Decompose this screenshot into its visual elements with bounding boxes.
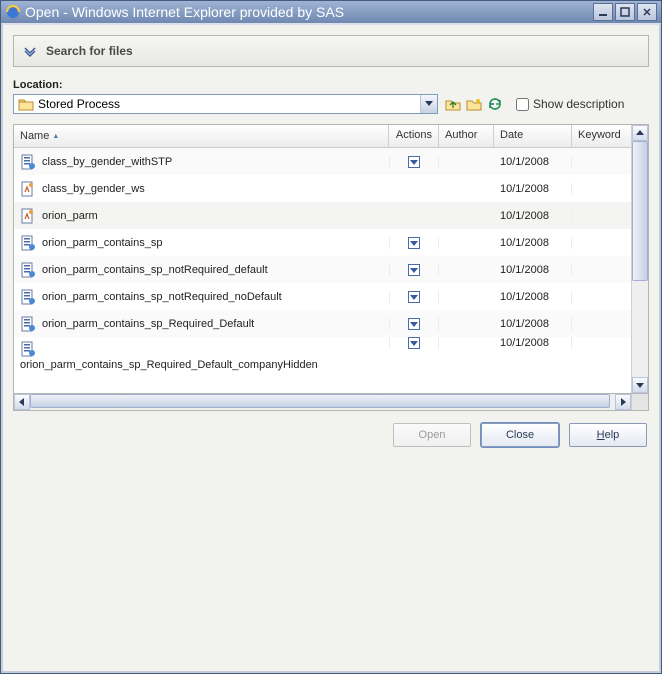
- cell-name: orion_parm: [14, 208, 389, 224]
- dropdown-button[interactable]: [420, 95, 437, 113]
- file-name: orion_parm_contains_sp_notRequired_defau…: [42, 264, 268, 276]
- column-header-actions[interactable]: Actions: [389, 125, 439, 147]
- cell-date: 10/1/2008: [494, 183, 572, 195]
- cell-actions[interactable]: [389, 318, 439, 330]
- table-row[interactable]: orion_parm_contains_sp_Required_Default 1…: [14, 310, 631, 337]
- search-bar[interactable]: Search for files: [13, 35, 649, 67]
- scroll-left-button[interactable]: [14, 394, 30, 410]
- action-menu-icon[interactable]: [408, 237, 420, 249]
- file-name: orion_parm_contains_sp_Required_Default: [42, 318, 254, 330]
- table-row[interactable]: class_by_gender_withSTP 10/1/2008: [14, 148, 631, 175]
- cell-name: orion_parm_contains_sp_Required_Default_…: [14, 337, 389, 371]
- column-header-author[interactable]: Author: [439, 125, 494, 147]
- table-row[interactable]: orion_parm_contains_sp_notRequired_defau…: [14, 256, 631, 283]
- titlebar[interactable]: Open - Windows Internet Explorer provide…: [1, 1, 661, 23]
- workspace-icon: [20, 208, 36, 224]
- cell-actions[interactable]: [389, 156, 439, 168]
- scroll-thumb[interactable]: [632, 141, 648, 281]
- help-button[interactable]: Help: [569, 423, 647, 447]
- maximize-button[interactable]: [615, 3, 635, 21]
- file-name: orion_parm_contains_sp_notRequired_noDef…: [42, 291, 282, 303]
- cell-actions[interactable]: [389, 237, 439, 249]
- refresh-icon[interactable]: [486, 95, 504, 113]
- open-button[interactable]: Open: [393, 423, 471, 447]
- action-menu-icon[interactable]: [408, 156, 420, 168]
- scroll-corner: [631, 394, 648, 410]
- column-header-keywords[interactable]: Keywords: [572, 125, 620, 147]
- cell-name: orion_parm_contains_sp_Required_Default: [14, 316, 389, 332]
- action-menu-icon[interactable]: [408, 337, 420, 349]
- cell-actions[interactable]: [389, 291, 439, 303]
- cell-date: 10/1/2008: [494, 156, 572, 168]
- action-menu-icon[interactable]: [408, 318, 420, 330]
- ie-icon: [5, 4, 21, 20]
- close-button[interactable]: [637, 3, 657, 21]
- location-select[interactable]: Stored Process: [13, 94, 438, 114]
- new-folder-icon[interactable]: [465, 95, 483, 113]
- scroll-down-button[interactable]: [632, 377, 648, 393]
- cell-date: 10/1/2008: [494, 210, 572, 222]
- scroll-track[interactable]: [632, 281, 648, 377]
- window-frame: Open - Windows Internet Explorer provide…: [0, 0, 662, 674]
- cell-date: 10/1/2008: [494, 237, 572, 249]
- up-folder-icon[interactable]: [444, 95, 462, 113]
- cell-name: class_by_gender_ws: [14, 181, 389, 197]
- cell-name: orion_parm_contains_sp_notRequired_noDef…: [14, 289, 389, 305]
- file-name: orion_parm_contains_sp: [42, 237, 162, 249]
- workspace-icon: [20, 181, 36, 197]
- scroll-right-button[interactable]: [615, 394, 631, 410]
- cell-date: 10/1/2008: [494, 318, 572, 330]
- cell-date: 10/1/2008: [494, 337, 572, 349]
- column-header-name[interactable]: Name▲: [14, 125, 389, 147]
- horizontal-scrollbar[interactable]: [13, 394, 649, 411]
- cell-date: 10/1/2008: [494, 264, 572, 276]
- location-selected-text: Stored Process: [38, 97, 420, 111]
- minimize-button[interactable]: [593, 3, 613, 21]
- file-grid: Name▲ Actions Author Date Keywords class…: [14, 125, 631, 393]
- cell-name: orion_parm_contains_sp_notRequired_defau…: [14, 262, 389, 278]
- chevron-down-icon: [24, 45, 36, 57]
- scroll-thumb-h[interactable]: [30, 394, 610, 408]
- cell-actions[interactable]: [389, 337, 439, 349]
- file-name: class_by_gender_ws: [42, 183, 145, 195]
- show-description-input[interactable]: [516, 98, 529, 111]
- file-name: orion_parm: [42, 210, 98, 222]
- client-area: Search for files Location: Stored Proces…: [1, 23, 661, 673]
- show-description-checkbox[interactable]: Show description: [516, 97, 624, 111]
- stored-process-icon: [20, 154, 36, 170]
- window-title: Open - Windows Internet Explorer provide…: [25, 4, 591, 20]
- close-dialog-button[interactable]: Close: [481, 423, 559, 447]
- table-row[interactable]: orion_parm_contains_sp_Required_Default_…: [14, 337, 631, 377]
- table-row[interactable]: orion_parm_contains_sp_notRequired_noDef…: [14, 283, 631, 310]
- stored-process-icon: [20, 235, 36, 251]
- scroll-up-button[interactable]: [632, 125, 648, 141]
- action-menu-icon[interactable]: [408, 291, 420, 303]
- stored-process-icon: [20, 316, 36, 332]
- table-row[interactable]: class_by_gender_ws 10/1/2008: [14, 175, 631, 202]
- column-header-date[interactable]: Date: [494, 125, 572, 147]
- vertical-scrollbar[interactable]: [631, 125, 648, 393]
- cell-name: class_by_gender_withSTP: [14, 154, 389, 170]
- folder-icon: [18, 97, 34, 111]
- search-label: Search for files: [46, 44, 133, 58]
- show-description-label: Show description: [533, 97, 624, 111]
- stored-process-icon: [20, 289, 36, 305]
- stored-process-icon: [20, 341, 36, 357]
- sort-ascending-icon: ▲: [52, 133, 59, 140]
- file-name: class_by_gender_withSTP: [42, 156, 172, 168]
- location-label: Location:: [13, 79, 649, 91]
- table-row[interactable]: orion_parm_contains_sp 10/1/2008: [14, 229, 631, 256]
- action-menu-icon[interactable]: [408, 264, 420, 276]
- cell-actions[interactable]: [389, 264, 439, 276]
- table-row[interactable]: orion_parm 10/1/2008: [14, 202, 631, 229]
- cell-name: orion_parm_contains_sp: [14, 235, 389, 251]
- grid-body[interactable]: class_by_gender_withSTP10/1/2008class_by…: [14, 148, 631, 393]
- cell-date: 10/1/2008: [494, 291, 572, 303]
- grid-header: Name▲ Actions Author Date Keywords: [14, 125, 631, 148]
- stored-process-icon: [20, 262, 36, 278]
